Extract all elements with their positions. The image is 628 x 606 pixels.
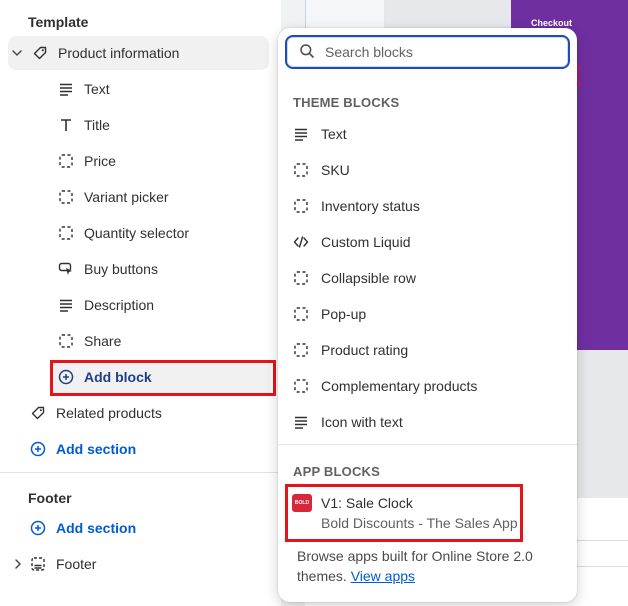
footer-heading: Footer [28,490,72,506]
section-footer[interactable]: Footer [12,546,96,582]
editor-sidebar: Template Product information Text Title … [0,0,281,606]
theme-block-inventory-status[interactable]: Inventory status [293,188,563,224]
highlight-box-app-block [285,484,523,542]
dashed-square-icon [293,162,309,178]
add-section-label: Add section [56,520,137,536]
block-label: Price [84,153,116,169]
chevron-right-icon[interactable] [12,556,24,572]
code-icon [293,234,309,250]
section-product-information[interactable]: Product information [8,36,269,70]
block-item-share[interactable]: Share [58,323,121,359]
block-item-quantity-selector[interactable]: Quantity selector [58,215,189,251]
block-item-price[interactable]: Price [58,143,116,179]
text-lines-icon [58,297,74,313]
dashed-square-icon [58,225,74,241]
highlight-box-add-block [50,360,276,396]
dashed-square-icon [58,153,74,169]
dashed-square-icon [293,270,309,286]
text-lines-icon [58,81,74,97]
search-field[interactable] [285,35,570,69]
block-label: Inventory status [321,198,420,214]
add-section-button[interactable]: Add section [30,431,136,467]
block-label: Icon with text [321,414,403,430]
app-blocks-heading: APP BLOCKS [293,464,380,479]
theme-block-pop-up[interactable]: Pop-up [293,296,563,332]
tag-icon [32,45,48,61]
block-label: Text [84,81,110,97]
tag-icon [30,405,46,421]
block-item-title[interactable]: Title [58,107,110,143]
product-brand-text: Checkout [531,18,573,28]
section-label: Footer [56,556,97,572]
plus-circle-icon [30,441,46,457]
block-label: Text [321,126,347,142]
block-item-description[interactable]: Description [58,287,154,323]
divider [278,444,577,445]
search-icon [299,43,315,62]
chevron-down-icon[interactable] [10,45,24,61]
section-label: Related products [56,405,162,421]
theme-block-product-rating[interactable]: Product rating [293,332,563,368]
block-label: SKU [321,162,350,178]
block-label: Collapsible row [321,270,416,286]
block-label: Complementary products [321,378,478,394]
text-lines-icon [293,126,309,142]
block-item-text[interactable]: Text [58,71,110,107]
block-item-variant-picker[interactable]: Variant picker [58,179,169,215]
footer-add-section-button[interactable]: Add section [30,510,136,546]
block-label: Quantity selector [84,225,190,241]
view-apps-link[interactable]: View apps [351,568,415,584]
dashed-square-icon [293,342,309,358]
block-label: Title [84,117,110,133]
add-section-label: Add section [56,441,137,457]
dashed-square-icon [293,198,309,214]
section-label: Product information [58,45,180,61]
dashed-square-icon [58,333,74,349]
browse-apps-text: Browse apps built for Online Store 2.0 t… [297,546,557,586]
theme-block-icon-with-text[interactable]: Icon with text [293,404,563,440]
footer-layout-icon [30,556,46,572]
template-heading: Template [28,14,89,30]
plus-circle-icon [30,520,46,536]
block-label: Pop-up [321,306,367,322]
divider [0,472,281,473]
dashed-square-icon [58,189,74,205]
text-lines-icon [293,414,309,430]
theme-block-custom-liquid[interactable]: Custom Liquid [293,224,563,260]
theme-block-complementary-products[interactable]: Complementary products [293,368,563,404]
search-input[interactable] [325,44,555,60]
title-t-icon [58,117,74,133]
theme-blocks-heading: THEME BLOCKS [293,95,400,110]
theme-block-text[interactable]: Text [293,116,563,152]
section-related-products[interactable]: Related products [30,395,162,431]
block-label: Share [84,333,122,349]
cursor-click-icon [58,261,74,277]
block-label: Product rating [321,342,409,358]
add-block-popover: THEME BLOCKS Text SKU Inventory status C… [278,28,577,602]
dashed-square-icon [293,378,309,394]
block-label: Buy buttons [84,261,158,277]
theme-block-collapsible-row[interactable]: Collapsible row [293,260,563,296]
block-item-buy-buttons[interactable]: Buy buttons [58,251,158,287]
theme-block-sku[interactable]: SKU [293,152,563,188]
dashed-square-icon [293,306,309,322]
block-label: Description [84,297,155,313]
block-label: Custom Liquid [321,234,411,250]
block-label: Variant picker [84,189,169,205]
